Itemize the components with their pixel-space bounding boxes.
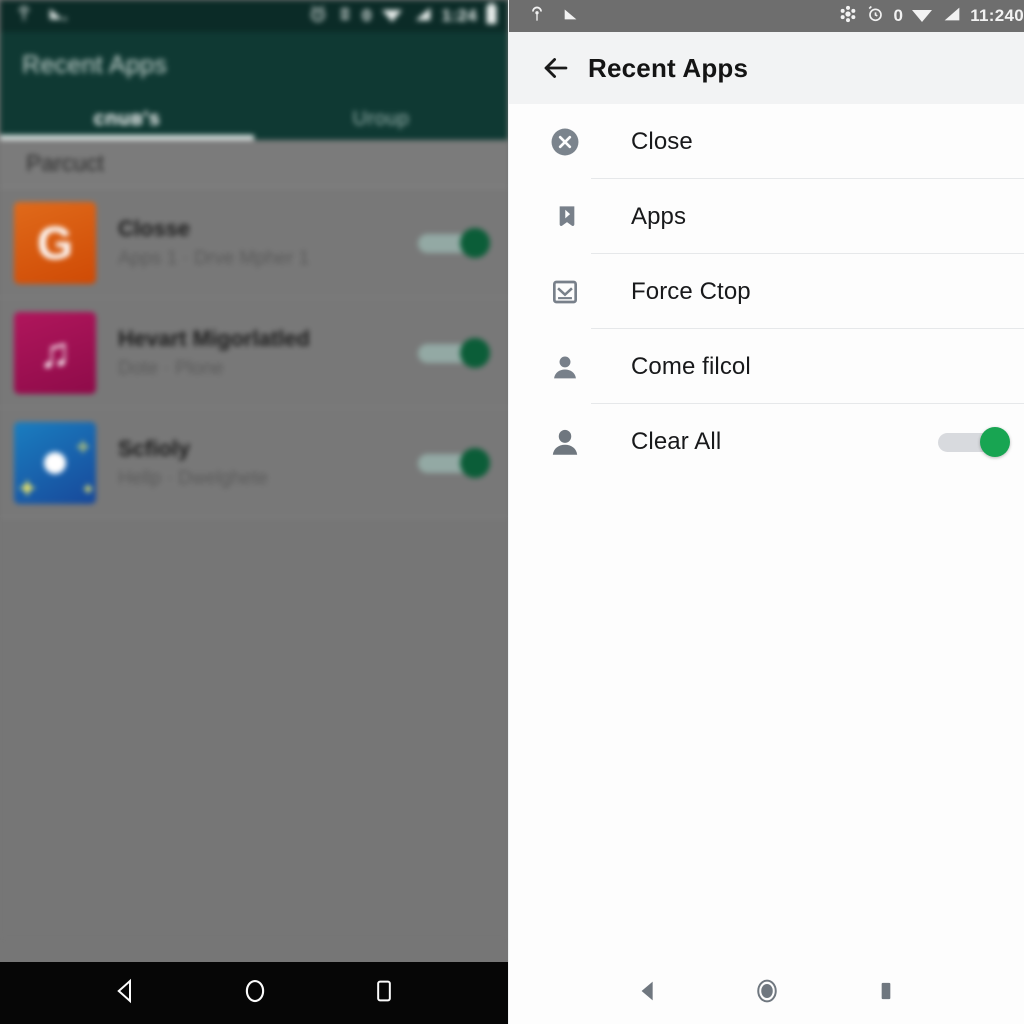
left-page-title: Recent Apps <box>22 50 168 79</box>
row-title: Scfioly <box>118 435 191 461</box>
notification-count: 0 <box>893 6 904 25</box>
signal-icon <box>941 4 963 29</box>
list-item-label: Come filcol <box>631 352 751 380</box>
right-settings-list: Close Apps Force Ctop Come filcol Clear … <box>509 104 1024 479</box>
maps-app-icon: ✦ ✧ ✦ <box>14 421 96 504</box>
right-app-bar: Recent Apps <box>509 32 1024 104</box>
battery-icon <box>485 2 498 30</box>
left-section-header: Parcuct <box>0 140 508 188</box>
signal-icon <box>412 4 434 29</box>
back-arrow-icon[interactable] <box>539 51 583 85</box>
list-item-label: Clear All <box>631 427 722 455</box>
wifi-icon <box>380 4 404 29</box>
row-title: Hevart Migorlatled <box>118 325 310 351</box>
right-status-bar: 0 11:240 <box>509 0 1024 32</box>
clock: 1:24 <box>441 6 477 25</box>
google-app-icon: G <box>14 201 96 284</box>
tab-group[interactable]: Uroup <box>254 98 508 140</box>
close-circle-icon <box>539 125 591 159</box>
sync-icon <box>838 4 858 29</box>
signal-weak-icon <box>560 5 582 28</box>
right-page-title: Recent Apps <box>588 52 749 83</box>
list-item-label: Apps <box>631 202 687 230</box>
right-nav-bar <box>509 962 1024 1024</box>
notification-count: 0 <box>362 6 372 25</box>
list-item-label: Close <box>631 127 693 155</box>
table-row[interactable]: G Closse Apps 1 · Drve Mpher 1 <box>0 188 508 298</box>
recents-nav-icon[interactable] <box>370 976 398 1011</box>
back-nav-icon[interactable] <box>110 976 140 1011</box>
list-item-come-filcol[interactable]: Come filcol <box>509 329 1024 404</box>
home-nav-icon[interactable] <box>752 976 782 1011</box>
left-status-bar: 0 1:24 <box>0 0 508 32</box>
dual-screenshot-comparison: 0 1:24 Recent Apps cnuв's Uroup Parcuct … <box>0 0 1024 1024</box>
list-item-clear-all[interactable]: Clear All <box>509 404 1024 479</box>
list-item-label: Force Ctop <box>631 277 751 305</box>
bluetooth-icon <box>336 4 354 29</box>
alarm-icon <box>865 4 886 29</box>
left-screenshot-panel: 0 1:24 Recent Apps cnuв's Uroup Parcuct … <box>0 0 508 1024</box>
bookmark-icon <box>539 201 591 233</box>
row-subtitle: Apps 1 · Drve Mpher 1 <box>118 247 310 269</box>
row-subtitle: Hellp · Dwelghete <box>118 467 268 489</box>
tab-active-indicator <box>0 135 254 140</box>
left-nav-bar <box>0 962 508 1024</box>
tab-clubs[interactable]: cnuв's <box>0 98 254 140</box>
clock: 11:240 <box>970 6 1024 25</box>
signal-weak-icon <box>46 5 68 28</box>
left-tab-bar: cnuв's Uroup <box>0 98 508 140</box>
row-subtitle: Dote · Plone <box>118 357 224 379</box>
table-row[interactable]: ♫ Hevart Migorlatled Dote · Plone <box>0 298 508 408</box>
table-row[interactable]: ✦ ✧ ✦ Scfioly Hellp · Dwelghete <box>0 408 508 518</box>
vpn-key-icon <box>14 4 34 29</box>
recents-nav-icon[interactable] <box>873 977 899 1010</box>
music-app-icon: ♫ <box>14 311 96 394</box>
row-title: Closse <box>118 215 191 241</box>
right-screenshot-panel: 0 11:240 Recent Apps Close Apps Force Ct… <box>508 0 1024 1024</box>
row-toggle[interactable] <box>418 447 490 478</box>
person-icon <box>539 425 591 459</box>
back-nav-icon[interactable] <box>634 977 662 1010</box>
row-toggle[interactable] <box>418 337 490 368</box>
row-toggle[interactable] <box>418 227 490 258</box>
left-app-bar: Recent Apps <box>0 32 508 98</box>
vpn-key-icon <box>527 4 547 29</box>
home-nav-icon[interactable] <box>240 976 270 1011</box>
list-item-force-stop[interactable]: Force Ctop <box>509 254 1024 329</box>
person-icon <box>539 351 591 383</box>
alarm-icon <box>308 4 328 29</box>
envelope-icon <box>539 276 591 308</box>
left-empty-area <box>0 518 508 938</box>
list-item-close[interactable]: Close <box>509 104 1024 179</box>
list-item-apps[interactable]: Apps <box>509 179 1024 254</box>
wifi-icon <box>910 4 934 29</box>
clear-all-toggle[interactable] <box>938 426 1010 457</box>
